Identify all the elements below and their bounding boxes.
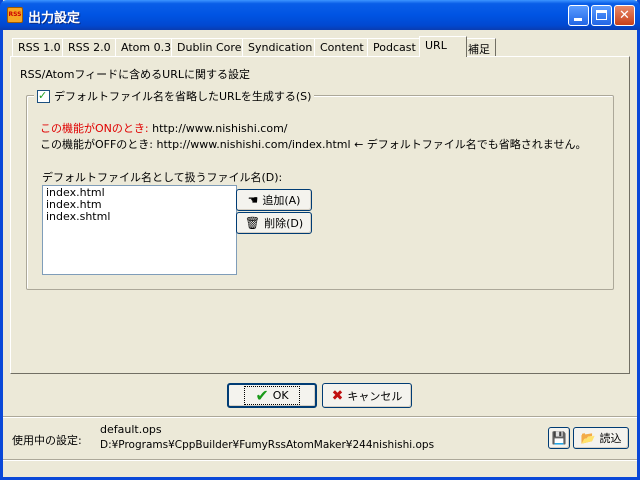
add-filename-button[interactable]: ☚ 追加(A) <box>236 189 312 211</box>
save-settings-button[interactable]: 💾 <box>548 427 570 449</box>
maximize-button[interactable] <box>591 5 612 26</box>
checkmark-icon: ✓ <box>38 88 48 102</box>
checkmark-icon: ✔ <box>255 385 269 405</box>
list-item[interactable]: index.shtml <box>46 211 233 223</box>
current-setting-path: D:¥Programs¥CppBuilder¥FumyRssAtomMaker¥… <box>100 439 435 451</box>
window-title: 出力設定 <box>28 11 81 26</box>
x-mark-icon: ✖ <box>331 387 344 404</box>
load-settings-button[interactable]: 📂 読込 <box>573 427 629 449</box>
default-filenames-list[interactable]: index.html index.htm index.shtml <box>42 185 237 275</box>
on-example: この機能がONのとき: http://www.nishishi.com/ <box>40 120 288 136</box>
ok-button[interactable]: ✔ OK <box>227 383 317 408</box>
omit-filename-label: デフォルトファイル名を省略したURLを生成する(S) <box>54 90 312 103</box>
ok-label: OK <box>272 389 289 402</box>
omit-filename-option[interactable]: ✓ デフォルトファイル名を省略したURLを生成する(S) <box>34 88 315 104</box>
panel-description: RSS/Atomフィードに含めるURLに関する設定 <box>20 68 251 81</box>
close-icon: ✕ <box>619 8 630 23</box>
minimize-icon <box>574 18 582 21</box>
trash-icon: 🗑 <box>244 216 261 230</box>
tab-rss10[interactable]: RSS 1.0 <box>12 38 67 56</box>
footer-separator <box>3 416 637 418</box>
title-bar[interactable]: RSS 出力設定 ✕ <box>0 0 640 30</box>
default-filenames-label: デフォルトファイル名として扱うファイル名(D): <box>42 171 283 184</box>
ok-focus-rect: ✔ OK <box>244 385 300 405</box>
cancel-label: キャンセル <box>347 389 403 403</box>
tab-supplement[interactable]: 補足 <box>462 38 496 56</box>
tab-dublin-core[interactable]: Dublin Core <box>171 38 248 56</box>
pointing-hand-icon: ☚ <box>247 193 259 207</box>
current-setting-name: default.ops <box>100 423 162 436</box>
off-example: この機能がOFFのとき: http://www.nishishi.com/ind… <box>40 138 587 151</box>
tab-podcast[interactable]: Podcast <box>367 38 422 56</box>
tab-atom03[interactable]: Atom 0.3 <box>115 38 178 56</box>
tab-content[interactable]: Content <box>314 38 370 56</box>
on-example-label: この機能がONのとき: <box>40 122 149 135</box>
cancel-button[interactable]: ✖ キャンセル <box>322 383 412 408</box>
omit-filename-checkbox[interactable]: ✓ <box>37 88 50 103</box>
delete-filename-label: 削除(D) <box>264 217 304 230</box>
load-settings-label: 読込 <box>599 432 622 445</box>
close-button[interactable]: ✕ <box>614 5 635 26</box>
add-filename-label: 追加(A) <box>262 194 301 207</box>
floppy-disk-icon: 💾 <box>551 431 567 445</box>
on-example-value: http://www.nishishi.com/ <box>152 122 288 135</box>
delete-filename-button[interactable]: 🗑 削除(D) <box>236 212 312 234</box>
tab-syndication[interactable]: Syndication <box>242 38 319 56</box>
current-setting-label: 使用中の設定: <box>12 434 82 447</box>
status-separator <box>3 459 637 461</box>
tab-url[interactable]: URL <box>419 36 467 57</box>
tab-rss20[interactable]: RSS 2.0 <box>62 38 117 56</box>
minimize-button[interactable] <box>568 5 589 26</box>
open-folder-icon: 📂 <box>580 431 596 445</box>
maximize-icon <box>596 10 607 20</box>
rss-app-icon: RSS <box>7 7 23 23</box>
